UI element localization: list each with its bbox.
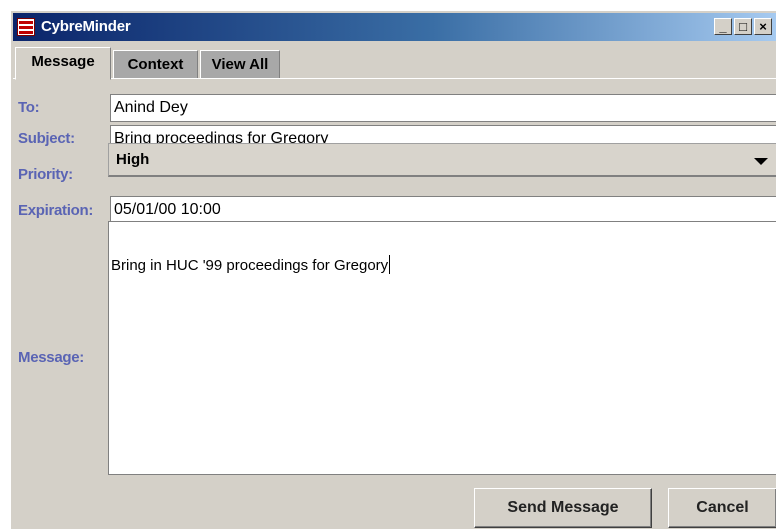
message-label: Message: — [18, 349, 84, 366]
to-label: To: — [18, 99, 40, 116]
subject-label: Subject: — [18, 130, 75, 147]
expiration-label: Expiration: — [18, 202, 94, 219]
chevron-down-icon[interactable] — [754, 158, 768, 165]
maximize-button[interactable]: □ — [734, 18, 752, 35]
expiration-field[interactable]: 05/01/00 10:00 — [110, 196, 776, 224]
message-text: Bring in HUC '99 proceedings for Gregory — [111, 255, 391, 274]
tab-message[interactable]: Message — [15, 47, 111, 80]
priority-dropdown[interactable]: High — [108, 143, 776, 177]
tab-context[interactable]: Context — [113, 50, 198, 79]
window-title: CybreMinder — [41, 18, 131, 35]
to-field[interactable]: Anind Dey — [110, 94, 776, 122]
message-body: Bring in HUC '99 proceedings for Gregory — [111, 257, 389, 274]
priority-label: Priority: — [18, 166, 73, 183]
cancel-button[interactable]: Cancel — [668, 488, 776, 528]
title-bar[interactable]: CybreMinder _ □ × — [13, 13, 776, 41]
text-caret — [389, 255, 391, 274]
priority-selected-value: High — [116, 151, 150, 168]
cybreminder-window: CybreMinder _ □ × Message Context View A… — [10, 10, 776, 529]
close-button[interactable]: × — [754, 18, 772, 35]
minimize-button[interactable]: _ — [714, 18, 732, 35]
tab-view-all[interactable]: View All — [200, 50, 280, 79]
message-textarea[interactable]: Bring in HUC '99 proceedings for Gregory — [108, 221, 776, 475]
app-icon — [17, 18, 35, 36]
send-message-button[interactable]: Send Message — [474, 488, 652, 528]
